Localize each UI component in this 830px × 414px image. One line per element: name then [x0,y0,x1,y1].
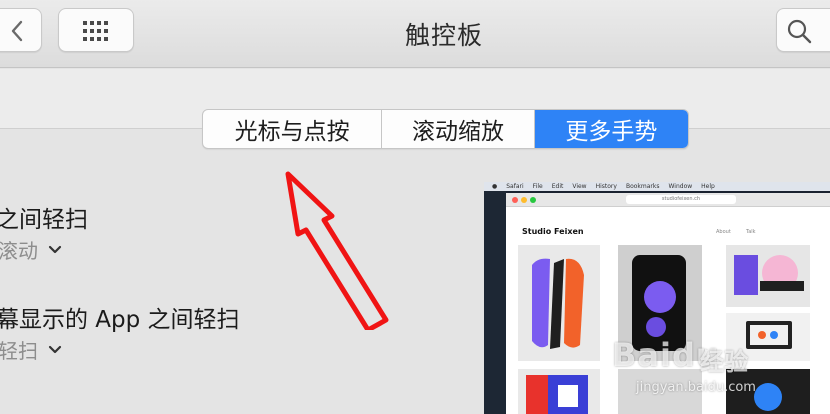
chevron-down-icon [48,245,62,253]
desktop-background [484,191,506,414]
menu-item: View [572,183,587,190]
setting-swipe-between-apps-popup[interactable]: 轻扫 [0,335,62,364]
menu-item: File [532,183,543,190]
search-icon [787,19,812,44]
menu-item: Bookmarks [625,183,660,190]
site-nav-item: About [716,229,731,235]
browser-toolbar: studiofeixen.ch [506,193,830,207]
search-field[interactable] [776,8,830,52]
setting-value: 滚动 [0,239,38,263]
gallery-tile [726,245,810,307]
apple-icon: ● [492,183,498,190]
tab-point-and-click[interactable]: 光标与点按 [203,110,383,148]
preview-menubar: ● Safari File Edit View History Bookmark… [484,182,830,191]
setting-swipe-between-pages-popup[interactable]: 滚动 [0,235,62,264]
gallery-tile [518,369,600,414]
tab-more-gestures[interactable]: 更多手势 [534,110,688,148]
menu-item: Help [701,183,715,190]
watermark-text: 经验 [700,348,748,376]
setting-swipe-between-apps-title: 幕显示的 App 之间轻扫 [0,307,240,333]
window-title: 触控板 [404,21,483,50]
menu-item: Safari [506,183,524,190]
site-title: Studio Feixen [522,227,584,236]
setting-swipe-between-pages-title: 之间轻扫 [0,207,88,233]
tab-scroll-and-zoom[interactable]: 滚动缩放 [382,110,535,148]
menu-item: Window [668,183,693,190]
menu-item: History [595,183,617,190]
watermark-url: jingyan.baidu.com [636,380,756,395]
close-dot-icon [512,197,518,203]
menu-item: Edit [551,183,564,190]
minimize-dot-icon [521,197,527,203]
gallery-tile [518,245,600,361]
zoom-dot-icon [530,197,536,203]
chevron-down-icon [48,345,62,353]
red-arrow-annotation [285,171,389,330]
window-toolbar: 触控板 [0,0,830,68]
tab-bar: 光标与点按 滚动缩放 更多手势 [202,109,689,149]
url-bar: studiofeixen.ch [626,195,736,204]
setting-value: 轻扫 [0,339,38,363]
site-nav-item: Talk [746,229,756,235]
